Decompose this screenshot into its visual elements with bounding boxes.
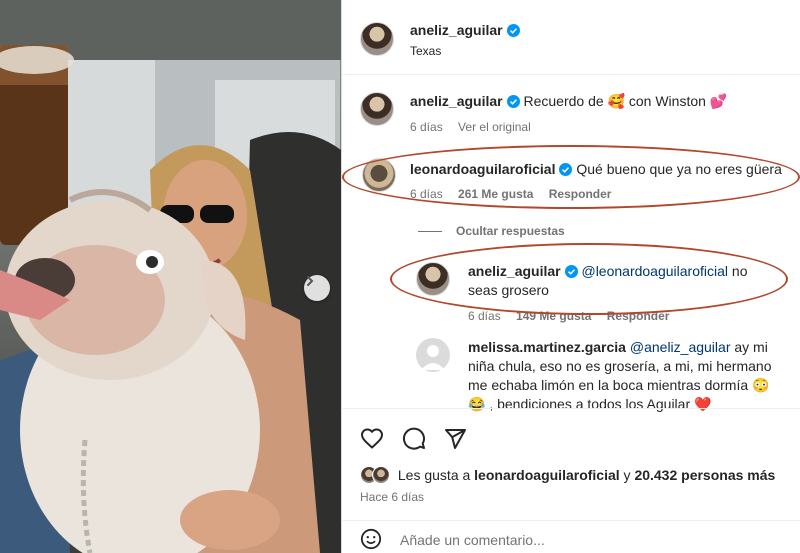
caption-meta: 6 días Ver el original — [410, 120, 543, 134]
author-username-text[interactable]: aneliz_aguilar — [410, 22, 503, 38]
comment-text: melissa.martinez.garcia @aneliz_aguilar … — [468, 338, 786, 414]
reply-text: aneliz_aguilar @leonardoaguilaroficial n… — [468, 262, 778, 300]
caption-text: aneliz_aguilar Recuerdo de 🥰 con Winston… — [410, 92, 785, 111]
likes-count[interactable]: 20.432 personas más — [634, 467, 775, 483]
action-bar — [342, 408, 800, 450]
post-photo — [0, 0, 341, 553]
reply-likes[interactable]: 149 Me gusta — [516, 309, 591, 323]
author-avatar[interactable] — [360, 22, 394, 56]
caption-time[interactable]: 6 días — [410, 120, 443, 134]
comment-meta: 6 días 261 Me gusta Responder — [410, 187, 623, 201]
two-hearts-emoji: 💕 — [709, 93, 728, 109]
comment-bubble-icon[interactable] — [402, 427, 426, 451]
reply-time[interactable]: 6 días — [468, 309, 501, 323]
verified-icon — [506, 24, 520, 37]
caption-username[interactable]: aneliz_aguilar — [410, 93, 503, 109]
person-silhouette-icon — [421, 345, 445, 370]
author-username[interactable]: aneliz_aguilar — [410, 22, 520, 38]
photo-illustration — [0, 0, 341, 553]
likes-user[interactable]: leonardoaguilaroficial — [474, 467, 619, 483]
comment-username[interactable]: leonardoaguilaroficial — [410, 161, 555, 177]
caption-body-1: Recuerdo de — [523, 93, 604, 109]
comment-bar — [342, 520, 800, 553]
reply-meta: 6 días 149 Me gusta Responder — [468, 309, 681, 323]
comment-avatar[interactable] — [362, 158, 396, 192]
reply-button[interactable]: Responder — [607, 309, 670, 323]
smiling-face-emoji: 🥰 — [607, 93, 625, 109]
hide-replies-button[interactable]: Ocultar respuestas — [418, 224, 565, 238]
post-header: aneliz_aguilar Texas — [342, 0, 800, 75]
comment-body: Qué bueno que ya no eres güera — [576, 161, 782, 177]
comment-likes[interactable]: 261 Me gusta — [458, 187, 533, 201]
chevron-right-icon — [307, 276, 314, 286]
likes-prefix: Les gusta a — [397, 467, 471, 483]
likes-summary: Les gusta a leonardoaguilaroficial y 20.… — [360, 466, 775, 484]
post-timestamp[interactable]: Hace 6 días — [360, 490, 424, 504]
comment-mention[interactable]: @aneliz_aguilar — [630, 339, 731, 355]
likes-connector: y — [623, 467, 631, 483]
reply-avatar[interactable] — [416, 262, 450, 296]
reply-button[interactable]: Responder — [549, 187, 612, 201]
heart-outline-icon[interactable] — [360, 427, 384, 451]
emoji-icon[interactable] — [360, 528, 382, 550]
default-avatar[interactable] — [416, 338, 450, 372]
caption-body-2: con Winston — [628, 93, 706, 109]
comment-time[interactable]: 6 días — [410, 187, 443, 201]
verified-icon — [506, 95, 520, 108]
reply-username[interactable]: aneliz_aguilar — [468, 263, 561, 279]
post-location[interactable]: Texas — [410, 44, 441, 58]
post-sidebar: aneliz_aguilar Texas aneliz_aguilar Recu… — [341, 0, 800, 553]
caption-avatar[interactable] — [360, 92, 394, 126]
liker-avatar[interactable] — [372, 466, 390, 484]
verified-icon — [559, 163, 573, 176]
paper-plane-icon[interactable] — [443, 427, 467, 451]
comment-input[interactable] — [400, 532, 760, 548]
comment-text: leonardoaguilaroficial Qué bueno que ya … — [410, 160, 795, 179]
next-image-button[interactable] — [304, 275, 330, 301]
reply-mention[interactable]: @leonardoaguilaroficial — [581, 263, 728, 279]
comment-username[interactable]: melissa.martinez.garcia — [468, 339, 626, 355]
verified-icon — [564, 265, 578, 278]
see-original-link[interactable]: Ver el original — [458, 120, 531, 134]
